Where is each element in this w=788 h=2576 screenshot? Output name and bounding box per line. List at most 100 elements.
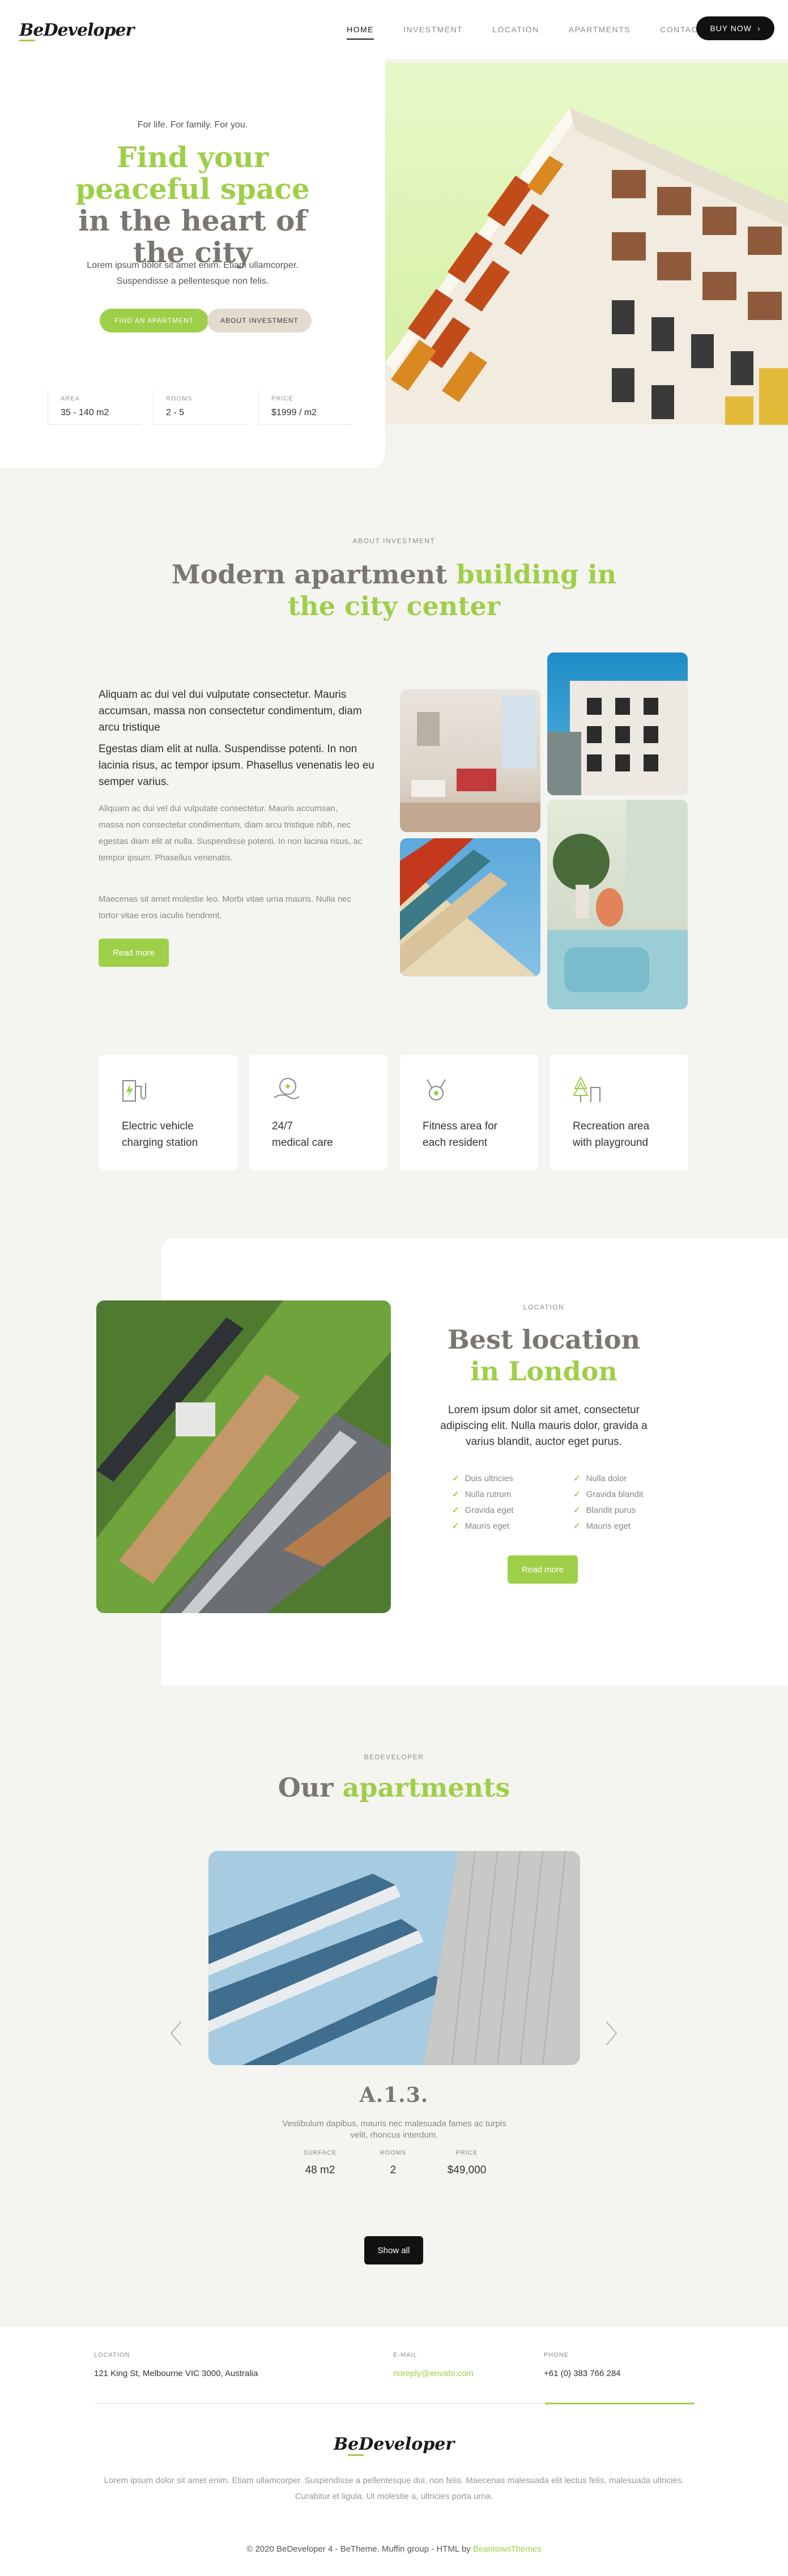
list-item: ✓ Gravida blandit bbox=[573, 1486, 643, 1502]
footer-logo[interactable]: BeDeveloper bbox=[0, 2434, 788, 2454]
stat-label: AREA bbox=[61, 395, 80, 402]
footer-text: Lorem ipsum dolor sit amet enim. Etiam u… bbox=[104, 2476, 684, 2501]
show-all-button[interactable]: Show all bbox=[364, 2236, 423, 2264]
footer-logo-underline bbox=[348, 2454, 364, 2456]
about-title-gray: Modern apartment bbox=[171, 559, 457, 590]
nav-home[interactable]: HOME bbox=[347, 25, 374, 40]
hero-stat-price: PRICE $1999 / m2 bbox=[258, 391, 352, 425]
hero-building-image bbox=[385, 62, 788, 425]
feature-line-2: medical care bbox=[272, 1137, 333, 1149]
list-item-label: Blandit purus bbox=[586, 1505, 636, 1515]
footer-location: LOCATION 121 King St, Melbourne VIC 3000… bbox=[94, 2352, 258, 2378]
footer-location-label: LOCATION bbox=[94, 2352, 130, 2359]
feature-card-fitness: Fitness area for each resident bbox=[400, 1055, 538, 1170]
location-title-gray: Best location bbox=[447, 1324, 641, 1355]
location-aerial-image bbox=[96, 1300, 391, 1613]
nav-apartments[interactable]: APARTMENTS bbox=[569, 25, 631, 40]
about-investment-button[interactable]: ABOUT INVESTMENT bbox=[207, 309, 312, 332]
feature-line-2: charging station bbox=[122, 1137, 198, 1149]
main-nav: HOME INVESTMENT LOCATION APARTMENTS CONT… bbox=[347, 25, 733, 40]
feature-text: Electric vehicle charging station bbox=[122, 1118, 198, 1151]
check-icon: ✓ bbox=[573, 1521, 581, 1531]
check-icon: ✓ bbox=[573, 1490, 581, 1499]
carousel-next-arrow-icon[interactable] bbox=[604, 2019, 619, 2048]
footer-email-link[interactable]: noreply@envato.com bbox=[393, 2369, 474, 2378]
about-paragraph-3: Aliquam ac dui vel dui vulputate consect… bbox=[99, 804, 363, 863]
feature-card-medical: 24/7 medical care bbox=[249, 1055, 387, 1170]
exterior-balconies-image bbox=[400, 838, 540, 976]
feature-line-1: Electric vehicle bbox=[122, 1120, 194, 1132]
about-read-more-button[interactable]: Read more bbox=[99, 939, 169, 967]
footer-email: E-MAIL noreply@envato.com bbox=[393, 2352, 474, 2378]
check-icon: ✓ bbox=[573, 1505, 581, 1515]
location-title: Best location in London bbox=[431, 1324, 657, 1387]
fitness-icon bbox=[427, 1079, 446, 1101]
location-list-left: ✓ Duis ultricies ✓ Nulla rutrum ✓ Gravida e… bbox=[452, 1470, 513, 1534]
location-read-more-button[interactable]: Read more bbox=[508, 1555, 578, 1584]
interior-plants-illustration bbox=[547, 800, 688, 1009]
hero-title: Find your peaceful space in the heart of… bbox=[57, 142, 329, 268]
list-item-label: Mauris eget bbox=[465, 1521, 509, 1531]
apartment-name: A.1.3. bbox=[359, 2083, 429, 2107]
apartment-description: Vestibulum dapibus, mauris nec malesuada… bbox=[282, 2119, 506, 2140]
footer-copyright: © 2020 BeDeveloper 4 - BeTheme. Muffin g… bbox=[0, 2544, 788, 2554]
feature-line-2: each resident bbox=[423, 1137, 488, 1149]
footer-email-label: E-MAIL bbox=[393, 2352, 418, 2359]
feature-card-recreation: Recreation area with playground bbox=[550, 1055, 688, 1170]
check-icon: ✓ bbox=[452, 1474, 459, 1483]
apartment-stat-price: PRICE $49,000 bbox=[433, 2149, 501, 2177]
check-icon: ✓ bbox=[573, 1474, 581, 1483]
footer-phone-value: +61 (0) 383 766 284 bbox=[544, 2369, 621, 2378]
nav-investment[interactable]: INVESTMENT bbox=[403, 25, 463, 40]
stat-label: ROOMS bbox=[380, 2149, 407, 2156]
about-kicker: ABOUT INVESTMENT bbox=[352, 537, 436, 545]
site-logo[interactable]: BeDeveloper bbox=[19, 20, 134, 40]
location-kicker: LOCATION bbox=[523, 1303, 565, 1311]
check-icon: ✓ bbox=[452, 1521, 459, 1531]
chevron-right-icon: › bbox=[757, 24, 761, 33]
check-icon: ✓ bbox=[452, 1490, 459, 1499]
copyright-link[interactable]: BeantownThemes bbox=[473, 2544, 542, 2554]
find-apartment-button[interactable]: FIND AN APARTMENT bbox=[100, 309, 208, 332]
nav-location[interactable]: LOCATION bbox=[492, 25, 539, 40]
logo-underline bbox=[19, 40, 35, 41]
about-paragraph-2: Egestas diam elit at nulla. Suspendisse … bbox=[99, 743, 374, 788]
feature-line-1: 24/7 bbox=[272, 1120, 293, 1132]
location-title-green: in London bbox=[470, 1356, 617, 1387]
living-room-illustration bbox=[400, 695, 540, 832]
feature-card-ev: Electric vehicle charging station bbox=[99, 1055, 237, 1170]
balconies-illustration bbox=[400, 838, 536, 976]
ev-charging-icon bbox=[122, 1080, 146, 1102]
check-icon: ✓ bbox=[452, 1505, 459, 1515]
list-item: ✓ Mauris eget bbox=[573, 1518, 643, 1534]
apartment-facade-illustration bbox=[208, 1851, 580, 2065]
interior-living-room-image bbox=[400, 689, 540, 832]
apartment-image[interactable] bbox=[208, 1851, 580, 2065]
stat-label: ROOMS bbox=[166, 395, 193, 402]
location-text: Lorem ipsum dolor sit amet, consectetur … bbox=[440, 1404, 648, 1448]
feature-line-2: with playground bbox=[573, 1137, 649, 1149]
hero-title-green: Find your peaceful space bbox=[75, 140, 310, 206]
buy-now-label: BUY NOW bbox=[710, 24, 752, 33]
stat-value: 2 - 5 bbox=[166, 408, 185, 417]
feature-line-1: Fitness area for bbox=[423, 1120, 497, 1132]
carousel-prev-arrow-icon[interactable] bbox=[169, 2019, 184, 2048]
list-item-label: Duis ultricies bbox=[465, 1473, 513, 1483]
feature-line-1: Recreation area bbox=[573, 1120, 650, 1132]
copyright-text: © 2020 BeDeveloper 4 - BeTheme. Muffin g… bbox=[246, 2544, 473, 2554]
stat-label: PRICE bbox=[271, 395, 293, 402]
building-illustration bbox=[385, 108, 788, 425]
buy-now-button[interactable]: BUY NOW › bbox=[696, 16, 774, 40]
list-item: ✓ Duis ultricies bbox=[452, 1470, 513, 1486]
stat-label: SURFACE bbox=[303, 2149, 337, 2156]
apartments-title-gray: Our bbox=[278, 1772, 343, 1803]
list-item-label: Gravida eget bbox=[465, 1505, 514, 1515]
hero-stat-rooms: ROOMS 2 - 5 bbox=[153, 391, 247, 425]
list-item-label: Mauris eget bbox=[586, 1521, 631, 1531]
list-item: ✓ Gravida eget bbox=[452, 1502, 513, 1518]
list-item: ✓ Mauris eget bbox=[452, 1518, 513, 1534]
interior-plants-image bbox=[547, 800, 688, 1009]
footer-location-value: 121 King St, Melbourne VIC 3000, Austral… bbox=[94, 2369, 258, 2378]
stat-value: 48 m2 bbox=[305, 2164, 335, 2176]
list-item-label: Gravida blandit bbox=[586, 1489, 644, 1499]
